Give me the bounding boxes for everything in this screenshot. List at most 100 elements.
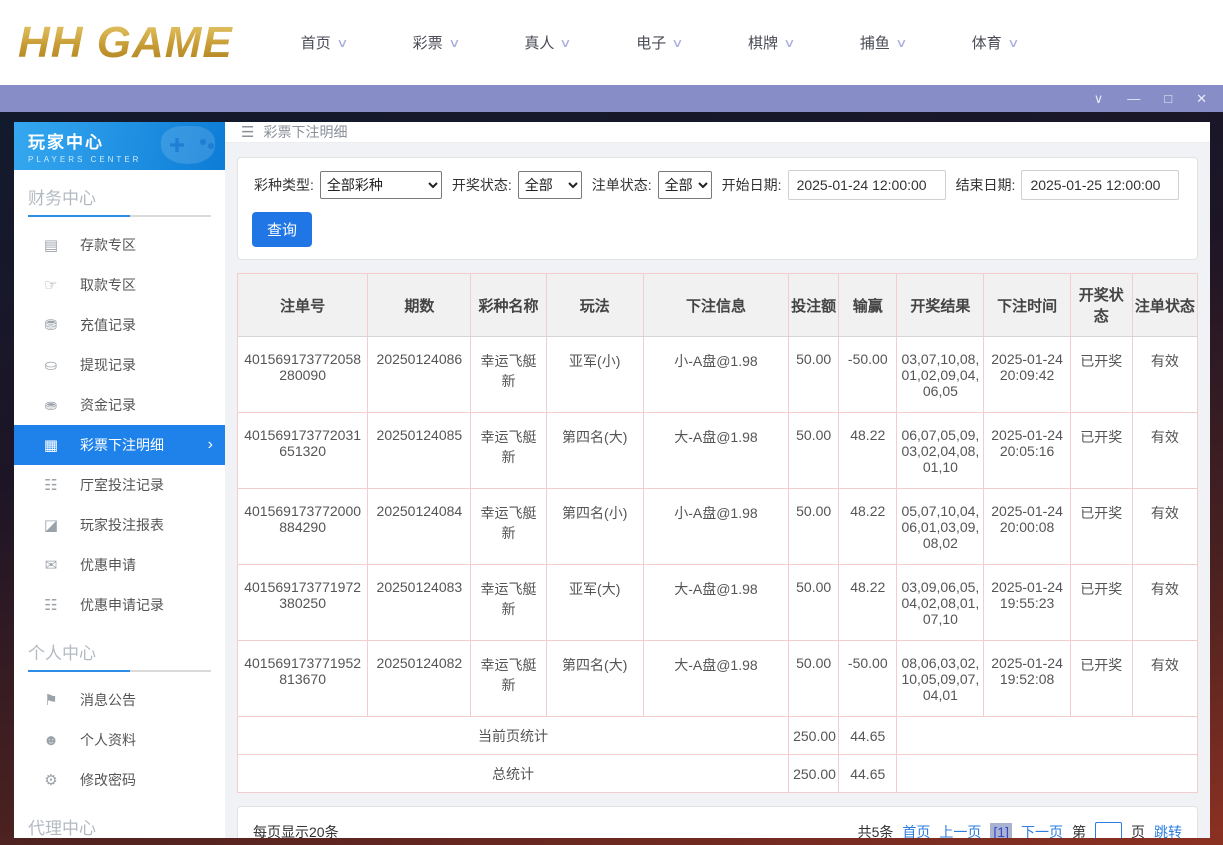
sidebar-item-deposit-zone[interactable]: ▤ 存款专区 — [14, 225, 225, 265]
sidebar-item-recharge-records[interactable]: ⛃ 充值记录 — [14, 305, 225, 345]
top-nav: 首页 ∨ 彩票 ∨ 真人 ∨ 电子 ∨ 棋牌 ∨ 捕鱼 ∨ 体育 ∨ — [300, 32, 1020, 53]
sidebar-item-label: 厅室投注记录 — [80, 477, 164, 493]
table-cell: 第四名(大) — [545, 412, 644, 489]
next-page-link[interactable]: 下一页 — [1021, 822, 1063, 838]
sidebar-section-title-agent-center: 代理中心 — [28, 819, 96, 838]
jump-page-input[interactable] — [1095, 821, 1122, 838]
column-header: 投注额 — [788, 273, 840, 337]
sidebar-item-hall-bet-records[interactable]: ☷ 厅室投注记录 — [14, 465, 225, 505]
summary-row: 总统计 250.00 44.65 — [236, 754, 1198, 793]
table-cell: -50.00 — [838, 336, 898, 413]
table-cell: 50.00 — [788, 412, 840, 489]
table-row: 401569173771972380250 20250124083 幸运飞艇新 亚军(… — [236, 564, 1199, 641]
lottery-type-label: 彩种类型: — [254, 177, 314, 193]
start-date-input[interactable] — [787, 170, 946, 200]
nav-item-label: 捕鱼 — [859, 35, 890, 52]
hall-bet-record-icon: ☷ — [44, 477, 58, 494]
sidebar-item-promo-application-records[interactable]: ☷ 优惠申请记录 — [14, 585, 225, 625]
table-cell: 401569173772031651320 — [236, 412, 369, 489]
table-row: 401569173772031651320 20250124085 幸运飞艇新 第四名… — [236, 412, 1199, 489]
sidebar-menu: 财务中心 ▤ 存款专区 ☞ 取款专区 ⛃ 充值记录 ⛀ 提现记录 ⛂ 资金记录 ▦ 彩票下注明细 › ☷ 厅室… — [14, 184, 225, 838]
sidebar-header: 玩家中心 PLAYERS CENTER — [14, 122, 225, 170]
recharge-record-icon: ⛃ — [44, 317, 58, 334]
gear-icon: ⚙ — [44, 772, 58, 789]
close-button[interactable]: ✕ — [1196, 92, 1207, 105]
pagination-panel: 每页显示20条 共5条 首页 上一页 [1] 下一页 第 页 跳转 — [237, 806, 1198, 838]
table-cell: 大-A盘@1.98 — [642, 640, 790, 717]
nav-item-fishing[interactable]: 捕鱼 ∨ — [859, 32, 908, 53]
maximize-button[interactable]: □ — [1164, 92, 1172, 105]
nav-item-electronic[interactable]: 电子 ∨ — [636, 32, 684, 53]
table-cell: 06,07,05,09,03,02,04,08,01,10 — [896, 412, 985, 489]
table-cell: 已开奖 — [1069, 640, 1133, 717]
table-cell: 小-A盘@1.98 — [642, 488, 790, 565]
hamburger-icon[interactable]: ☰ — [241, 123, 254, 141]
end-date-input[interactable] — [1021, 170, 1180, 200]
order-status-select[interactable]: 全部 — [657, 171, 712, 199]
prev-page-link[interactable]: 上一页 — [939, 822, 981, 838]
sidebar-item-label: 存款专区 — [80, 237, 136, 253]
table-cell: 幸运飞艇新 — [470, 336, 547, 413]
table-cell: 亚军(大) — [545, 564, 644, 641]
sidebar-item-change-password[interactable]: ⚙ 修改密码 — [14, 760, 225, 800]
query-button[interactable]: 查询 — [252, 212, 313, 247]
jump-action-link[interactable]: 跳转 — [1154, 822, 1182, 838]
window-body: 玩家中心 PLAYERS CENTER 财务中心 ▤ 存款专区 ☞ 取款专区 ⛃ 充值记录 ⛀… — [0, 112, 1223, 845]
nav-item-lottery[interactable]: 彩票 ∨ — [413, 32, 461, 53]
window-inner: 玩家中心 PLAYERS CENTER 财务中心 ▤ 存款专区 ☞ 取款专区 ⛃ 充值记录 ⛀… — [14, 122, 1210, 838]
table-cell: 有效 — [1131, 564, 1199, 641]
lottery-type-select[interactable]: 全部彩种 — [319, 171, 442, 199]
sidebar-item-label: 提现记录 — [80, 357, 136, 373]
table-cell: 401569173771952813670 — [236, 640, 369, 717]
table-cell: 20250124086 — [367, 336, 472, 413]
top-bar: HH GAME 首页 ∨ 彩票 ∨ 真人 ∨ 电子 ∨ 棋牌 ∨ 捕鱼 ∨ 体育 ∨ — [0, 0, 1223, 85]
first-page-link[interactable]: 首页 — [902, 822, 930, 838]
promo-record-icon: ☷ — [44, 597, 58, 614]
sidebar-item-label: 消息公告 — [80, 692, 136, 708]
nav-item-home[interactable]: 首页 ∨ — [300, 32, 349, 53]
section-underline-fill — [28, 670, 131, 672]
lottery-bet-detail-icon: ▦ — [43, 437, 59, 454]
main-area: ☰ 彩票下注明细 彩种类型: 全部彩种 开奖状态: 全部 注单状态: 全部 开始… — [225, 122, 1210, 838]
column-header: 开奖状态 — [1069, 273, 1133, 337]
sidebar-item-profile[interactable]: ☻ 个人资料 — [14, 720, 225, 760]
table-head: 注单号 期数 彩种名称 玩法 下注信息 投注额 输赢 开奖结果 下注时间 开奖状态 注单状态 — [236, 273, 1199, 337]
table-cell: 已开奖 — [1069, 564, 1133, 641]
table-cell: 2025-01-24 20:09:42 — [983, 336, 1071, 413]
nav-item-label: 首页 — [300, 35, 331, 52]
nav-item-live[interactable]: 真人 ∨ — [524, 32, 572, 53]
page-header: ☰ 彩票下注明细 — [225, 122, 1210, 143]
filter-row: 彩种类型: 全部彩种 开奖状态: 全部 注单状态: 全部 开始日期: 2025-… — [252, 170, 1183, 200]
table-cell: 401569173772058280090 — [236, 336, 369, 413]
jump-suffix-text: 页 — [1131, 824, 1145, 838]
player-bet-report-icon: ◪ — [43, 517, 59, 534]
draw-status-select[interactable]: 全部 — [517, 171, 582, 199]
sidebar-item-messages[interactable]: ⚑ 消息公告 — [14, 680, 225, 720]
sidebar-item-label: 资金记录 — [80, 397, 136, 413]
column-header: 开奖结果 — [896, 273, 985, 337]
chevron-down-icon: ∨ — [336, 35, 349, 50]
sidebar-item-label: 优惠申请记录 — [80, 597, 164, 613]
table-cell: 2025-01-24 19:52:08 — [983, 640, 1071, 717]
table-cell: 第四名(小) — [545, 488, 644, 565]
sidebar-item-withdrawal-records[interactable]: ⛀ 提现记录 — [14, 345, 225, 385]
nav-item-sports[interactable]: 体育 ∨ — [972, 32, 1020, 53]
summary-empty — [896, 716, 1198, 755]
withdraw-record-icon: ⛀ — [44, 357, 58, 374]
minimize-button[interactable]: — — [1127, 92, 1140, 105]
sidebar-item-promo-application[interactable]: ✉ 优惠申请 — [14, 545, 225, 585]
sidebar-item-label: 修改密码 — [80, 772, 136, 788]
summary-bet-total: 250.00 — [788, 716, 840, 755]
table-cell: 已开奖 — [1069, 488, 1133, 565]
nav-item-chess[interactable]: 棋牌 ∨ — [748, 32, 796, 53]
sidebar-item-player-bet-report[interactable]: ◪ 玩家投注报表 — [14, 505, 225, 545]
sidebar-item-lottery-bet-details[interactable]: ▦ 彩票下注明细 › — [14, 425, 225, 465]
sidebar-item-funds-records[interactable]: ⛂ 资金记录 — [14, 385, 225, 425]
table-cell: 48.22 — [838, 488, 898, 565]
restore-down-button[interactable]: ∨ — [1094, 92, 1104, 105]
table-cell: 2025-01-24 20:05:16 — [983, 412, 1071, 489]
sidebar-item-withdraw-zone[interactable]: ☞ 取款专区 — [14, 265, 225, 305]
summary-label: 当前页统计 — [236, 716, 790, 755]
table-cell: 有效 — [1131, 640, 1199, 717]
sidebar-section-title-personal-center: 个人中心 — [28, 644, 96, 663]
